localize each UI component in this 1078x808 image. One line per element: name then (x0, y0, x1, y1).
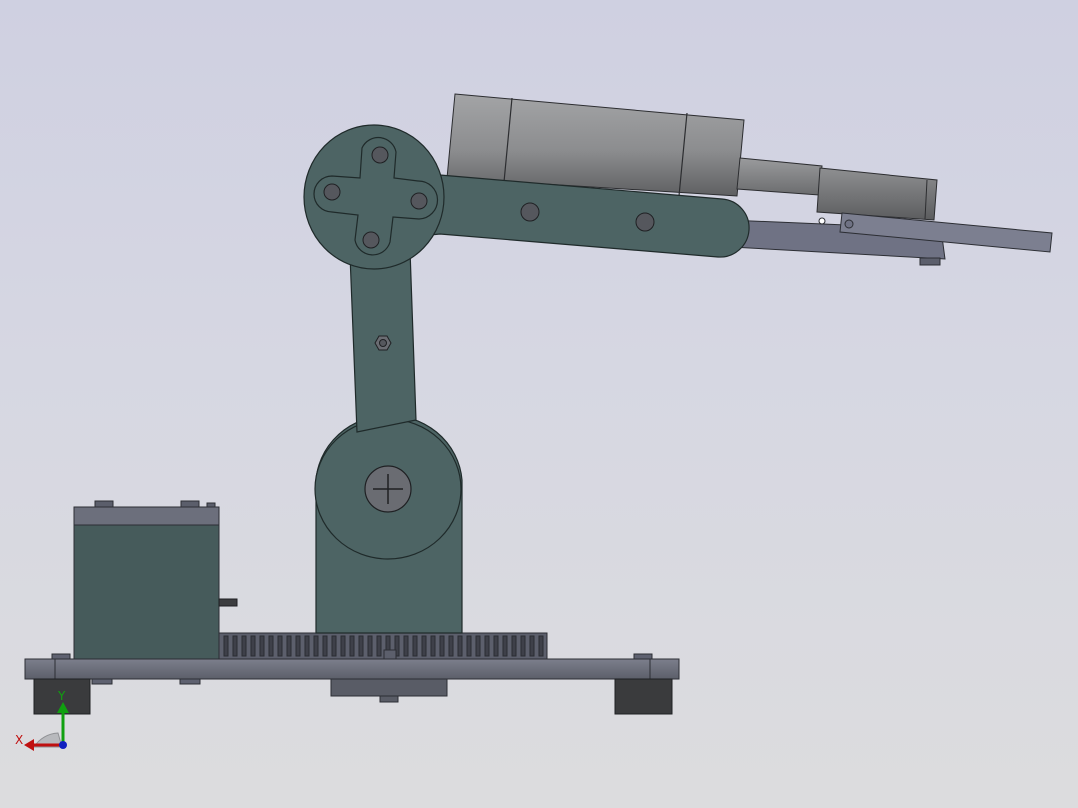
base-gear (218, 632, 548, 660)
gear-tooth (403, 635, 409, 657)
gear-tooth (286, 635, 292, 657)
base-servo (73, 500, 238, 660)
triad-z-axis (59, 741, 67, 749)
gear-tooth (466, 635, 472, 657)
forearm-bolt-1 (520, 202, 540, 222)
gear-tooth (457, 635, 463, 657)
gear-tooth (250, 635, 256, 657)
gripper-fingers (727, 212, 1053, 266)
gear-tooth (259, 635, 265, 657)
gear-tooth (439, 635, 445, 657)
gear-tooth (367, 635, 373, 657)
base-plate (24, 658, 680, 680)
triad-x-label: X (15, 733, 23, 747)
shoulder-tower (314, 414, 463, 634)
gear-tooth (484, 635, 490, 657)
gear-tooth (313, 635, 319, 657)
gear-tooth (529, 635, 535, 657)
gear-tooth (241, 635, 247, 657)
gear-tooth (304, 635, 310, 657)
gear-tooth (277, 635, 283, 657)
bottom-bracket (330, 678, 448, 703)
gear-tooth (349, 635, 355, 657)
gear-tooth (538, 635, 544, 657)
gear-tooth (268, 635, 274, 657)
foot-right (614, 678, 673, 715)
gear-tooth (223, 635, 229, 657)
gear-tooth (448, 635, 454, 657)
gear-tooth (430, 635, 436, 657)
gear-tooth (358, 635, 364, 657)
gear-tooth (340, 635, 346, 657)
gear-tooth (295, 635, 301, 657)
gear-tooth (376, 635, 382, 657)
gear-tooth (502, 635, 508, 657)
shoulder-hub (364, 465, 412, 513)
actuator-rod (736, 157, 823, 196)
forearm-bolt-2 (635, 212, 655, 232)
robot-arm-model[interactable]: Y X (0, 0, 1078, 808)
elbow-nut (374, 335, 392, 351)
gear-tooth (520, 635, 526, 657)
gear-tooth (421, 635, 427, 657)
triad-y-label: Y (57, 689, 66, 703)
gripper-servo (816, 167, 938, 221)
gear-tooth (322, 635, 328, 657)
gear-tooth (232, 635, 238, 657)
gear-tooth (493, 635, 499, 657)
gear-tooth (511, 635, 517, 657)
elbow-servo-horn (303, 124, 445, 270)
gear-tooth (412, 635, 418, 657)
gear-tooth (475, 635, 481, 657)
cad-graphics-viewport[interactable]: Y X (0, 0, 1078, 808)
gear-tooth (331, 635, 337, 657)
